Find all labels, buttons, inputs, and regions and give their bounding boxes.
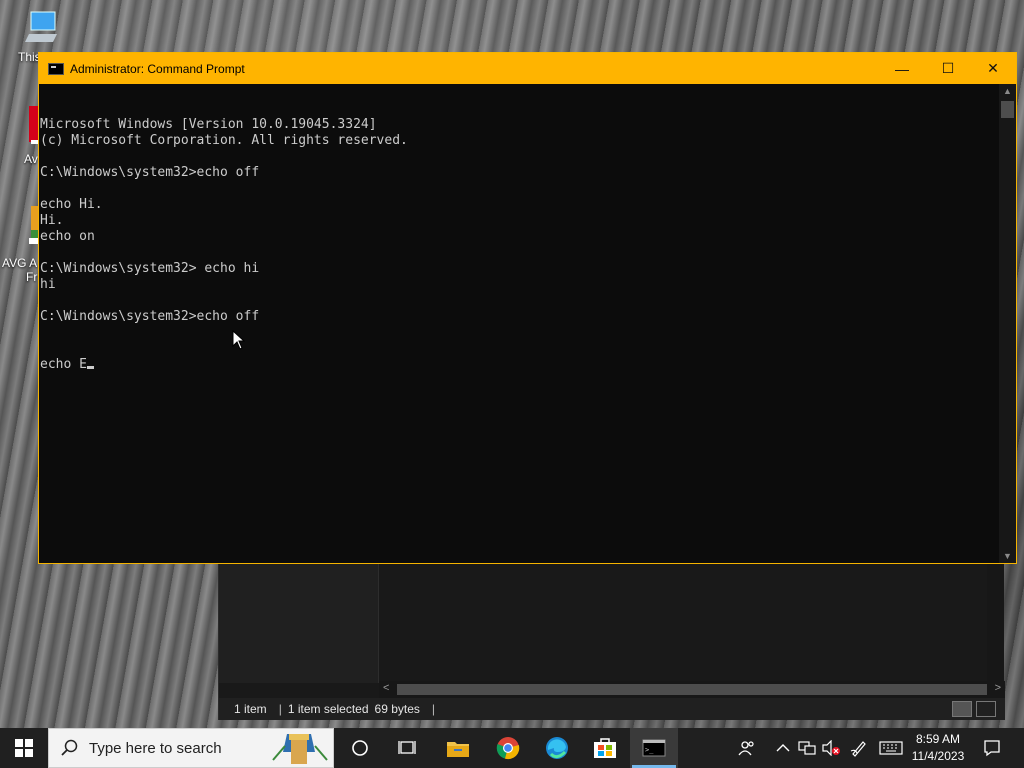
store-icon (594, 738, 616, 758)
people-icon[interactable] (735, 728, 759, 768)
status-selected: 1 item selected (287, 702, 369, 716)
scroll-left-icon[interactable]: < (383, 682, 389, 694)
status-separator: | (278, 702, 282, 716)
status-size: 69 bytes (374, 702, 420, 716)
taskbar-search-box[interactable]: Type here to search (48, 728, 334, 768)
search-icon (61, 739, 78, 756)
cmd-title-bar[interactable]: Administrator: Command Prompt — ☐ ✕ (39, 53, 1016, 84)
close-button[interactable]: ✕ (970, 53, 1016, 84)
chrome-taskbar-button[interactable] (484, 728, 532, 768)
explorer-status-bar: 1 item | 1 item selected 69 bytes | (219, 698, 1005, 720)
scroll-up-icon[interactable]: ▲ (1003, 86, 1012, 96)
terminal-line: C:\Windows\system32> echo hi (40, 261, 260, 276)
store-taskbar-button[interactable] (581, 728, 629, 768)
taskbar-clock[interactable]: 8:59 AM 11/4/2023 (905, 731, 971, 765)
clock-time: 8:59 AM (915, 732, 961, 746)
cmd-vertical-scrollbar[interactable]: ▲ ▼ (999, 84, 1016, 563)
cortana-button[interactable] (336, 728, 384, 768)
task-view-button[interactable] (384, 728, 432, 768)
status-separator: | (431, 702, 436, 716)
cortana-icon (352, 740, 368, 756)
scroll-down-icon[interactable]: ▼ (1003, 551, 1012, 561)
notification-icon (984, 740, 1000, 757)
minimize-button[interactable]: — (879, 53, 925, 84)
cmd-window-title: Administrator: Command Prompt (70, 61, 245, 76)
svg-text:>_: >_ (645, 746, 654, 754)
clock-date: 11/4/2023 (911, 749, 965, 763)
edge-icon (546, 737, 568, 759)
status-item-count: 1 item (234, 702, 267, 716)
terminal-line: Hi. (40, 213, 64, 228)
action-center-button[interactable] (979, 728, 1005, 768)
terminal-current-input: echo E (40, 357, 87, 372)
network-icon[interactable] (795, 728, 819, 768)
volume-muted-icon[interactable] (819, 728, 843, 768)
navigation-pane[interactable] (219, 563, 379, 683)
terminal-line: echo on (40, 229, 95, 244)
maximize-button[interactable]: ☐ (925, 53, 971, 84)
text-cursor (86, 366, 94, 369)
terminal-output[interactable]: Microsoft Windows [Version 10.0.19045.33… (39, 84, 999, 563)
file-explorer-icon (447, 742, 469, 757)
terminal-line: (c) Microsoft Corporation. All rights re… (40, 133, 408, 148)
scroll-thumb[interactable] (397, 684, 987, 695)
file-explorer-taskbar-button[interactable] (434, 728, 482, 768)
search-placeholder: Type here to search (89, 739, 222, 757)
terminal-line: C:\Windows\system32>echo off (40, 165, 260, 180)
show-hidden-icons-chevron-icon[interactable] (771, 728, 795, 768)
details-view-button[interactable] (952, 701, 972, 717)
pen-workspace-icon[interactable] (847, 728, 871, 768)
computer-icon (21, 8, 61, 48)
search-highlight-icon (272, 734, 328, 764)
scroll-thumb[interactable] (1001, 101, 1014, 118)
cmd-taskbar-button[interactable]: >_ (630, 728, 678, 768)
start-button[interactable] (0, 728, 48, 768)
cmd-app-icon[interactable] (48, 62, 64, 75)
cmd-icon: >_ (642, 739, 666, 757)
file-explorer-window: < > 1 item | 1 item selected 69 bytes | (218, 563, 1005, 720)
scroll-right-icon[interactable]: > (995, 682, 1001, 694)
edge-taskbar-button[interactable] (533, 728, 581, 768)
view-toggle-group (952, 701, 996, 717)
terminal-lines: Microsoft Windows [Version 10.0.19045.33… (40, 117, 999, 325)
windows-logo-icon (15, 739, 33, 757)
explorer-vertical-scrollbar[interactable] (987, 563, 1004, 681)
command-prompt-window[interactable]: Administrator: Command Prompt — ☐ ✕ Micr… (38, 52, 1017, 564)
terminal-line: C:\Windows\system32>echo off (40, 309, 260, 324)
terminal-line: echo Hi. (40, 197, 103, 212)
terminal-line: Microsoft Windows [Version 10.0.19045.33… (40, 117, 377, 132)
large-icons-view-button[interactable] (976, 701, 996, 717)
touch-keyboard-icon[interactable] (877, 728, 905, 768)
chrome-icon (496, 737, 520, 760)
task-view-icon (398, 741, 416, 754)
terminal-input-line[interactable]: echo E (40, 357, 999, 373)
explorer-horizontal-scrollbar[interactable]: < > (379, 681, 1005, 698)
terminal-line: hi (40, 277, 56, 292)
taskbar: Type here to search >_ 8:59 AM 11/4/2023 (0, 728, 1024, 768)
mouse-pointer-icon (232, 330, 246, 350)
